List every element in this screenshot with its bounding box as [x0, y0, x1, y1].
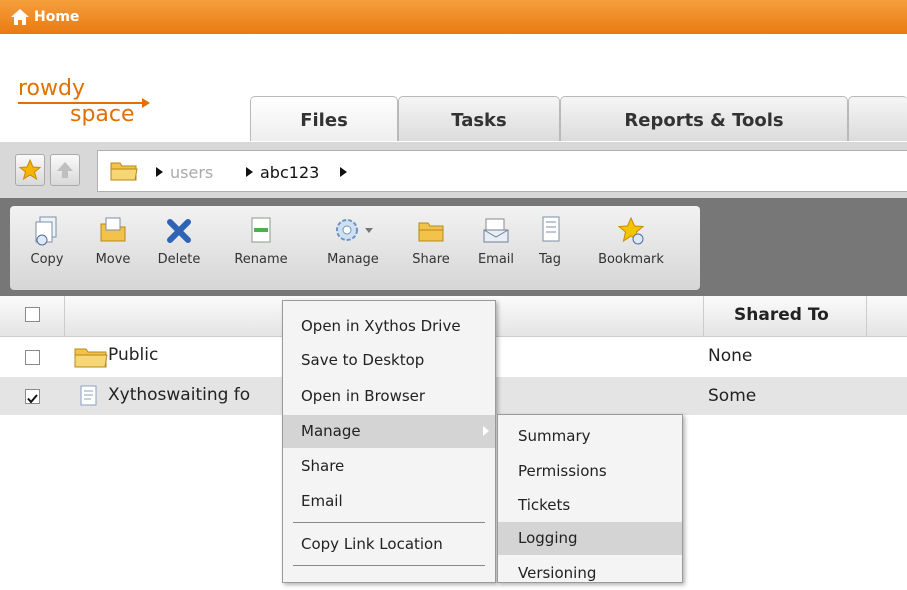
breadcrumb-separator: [156, 167, 163, 177]
manage-gear-icon: [336, 219, 373, 241]
bookmark-label: Bookmark: [598, 252, 664, 267]
select-all-checkbox[interactable]: [25, 307, 40, 322]
breadcrumb: users abc123: [97, 150, 907, 192]
submenu-item-summary[interactable]: Summary: [498, 420, 682, 453]
column-header-shared-to[interactable]: Shared To: [734, 305, 829, 325]
row-checkbox[interactable]: [25, 389, 40, 404]
menu-separator: [293, 565, 485, 566]
submenu-item-logging[interactable]: Logging: [498, 522, 682, 555]
tag-label: Tag: [538, 252, 561, 267]
logo-text-space: space: [70, 102, 135, 127]
menu-item-label: Share: [301, 457, 345, 475]
email-icon: [483, 218, 509, 243]
home-title[interactable]: Home: [34, 9, 79, 25]
rename-button[interactable]: Rename: [232, 214, 290, 267]
menu-separator: [293, 522, 485, 523]
tag-button[interactable]: Tag: [536, 214, 564, 267]
home-icon[interactable]: [10, 8, 30, 26]
delete-icon: [167, 219, 191, 243]
shared-to-value: Some: [708, 386, 757, 406]
move-icon: [100, 217, 126, 242]
copy-label: Copy: [30, 252, 64, 267]
submenu-item-label: Summary: [518, 427, 591, 445]
breadcrumb-separator: [340, 167, 347, 177]
menu-item-email[interactable]: Email: [283, 485, 495, 518]
delete-label: Delete: [157, 252, 201, 267]
submenu-item-tickets[interactable]: Tickets: [498, 489, 682, 522]
move-label: Move: [95, 252, 131, 267]
menu-item-label: Manage: [301, 422, 361, 440]
folder-icon[interactable]: [110, 159, 138, 181]
breadcrumb-separator: [246, 167, 253, 177]
shared-to-value: None: [708, 346, 753, 366]
menu-item-label: Save to Desktop: [301, 351, 425, 369]
share-icon: [418, 222, 444, 242]
tab-tasks[interactable]: Tasks: [398, 96, 560, 141]
email-button[interactable]: Email: [476, 214, 516, 267]
submenu-item-label: Tickets: [518, 496, 571, 514]
file-name[interactable]: Xythoswaiting fo: [108, 385, 250, 405]
move-button[interactable]: Move: [94, 214, 132, 267]
tab-more[interactable]: [848, 96, 907, 141]
context-menu: Open in Xythos Drive Save to Desktop Ope…: [282, 300, 496, 583]
menu-item-open-in-xythos-drive[interactable]: Open in Xythos Drive: [283, 310, 495, 343]
submenu-item-label: Versioning: [518, 564, 597, 582]
column-divider: [64, 296, 65, 336]
menu-item-label: Open in Xythos Drive: [301, 317, 461, 335]
top-bar: Home: [0, 0, 907, 34]
menu-item-save-to-desktop[interactable]: Save to Desktop: [283, 344, 495, 377]
manage-button[interactable]: Manage: [320, 214, 386, 267]
delete-button[interactable]: Delete: [156, 214, 202, 267]
submenu-item-label: Logging: [518, 529, 578, 547]
bookmark-button[interactable]: Bookmark: [588, 214, 674, 267]
manage-submenu: Summary Permissions Tickets Logging Vers…: [497, 414, 683, 583]
copy-button[interactable]: Copy: [30, 214, 64, 267]
menu-item-label: Open in Browser: [301, 387, 426, 405]
submenu-item-permissions[interactable]: Permissions: [498, 455, 682, 488]
document-icon: [80, 385, 97, 406]
menu-item-copy-link-location[interactable]: Copy Link Location: [283, 528, 495, 561]
up-folder-button[interactable]: [50, 154, 80, 186]
breadcrumb-users[interactable]: users: [170, 163, 213, 182]
tab-files[interactable]: Files: [250, 96, 398, 141]
action-toolbar: Copy Move Delete Rename Manage Share Ema…: [10, 206, 700, 290]
menu-item-manage[interactable]: Manage: [283, 415, 495, 448]
favorites-button[interactable]: [15, 154, 45, 186]
row-checkbox[interactable]: [25, 350, 40, 365]
folder-icon: [74, 348, 108, 368]
rename-label: Rename: [234, 252, 288, 267]
tag-icon: [542, 216, 560, 242]
rowdyspace-logo: rowdy space: [18, 76, 150, 132]
menu-item-label: Copy Link Location: [301, 535, 443, 553]
menu-item-open-in-browser[interactable]: Open in Browser: [283, 380, 495, 413]
share-label: Share: [412, 252, 450, 267]
menu-item-share[interactable]: Share: [283, 450, 495, 483]
manage-label: Manage: [327, 252, 379, 267]
email-label: Email: [477, 252, 515, 267]
column-divider: [866, 296, 867, 336]
rename-icon: [251, 217, 271, 243]
submenu-item-versioning[interactable]: Versioning: [498, 557, 682, 590]
menu-item-label: Email: [301, 492, 343, 510]
breadcrumb-abc123[interactable]: abc123: [260, 163, 319, 182]
tab-reports-tools[interactable]: Reports & Tools: [560, 96, 848, 141]
column-divider: [703, 296, 704, 336]
logo-arrowhead: [142, 98, 150, 108]
up-arrow-icon: [57, 162, 73, 178]
share-button[interactable]: Share: [410, 214, 452, 267]
submenu-arrow-icon: [483, 426, 489, 436]
submenu-item-label: Permissions: [518, 462, 607, 480]
copy-icon: [35, 216, 57, 246]
star-icon: [18, 158, 42, 181]
logo-text-rowdy: rowdy: [18, 76, 85, 101]
file-name[interactable]: Public: [108, 345, 158, 365]
checkmark-icon: [27, 394, 38, 404]
bookmark-star-icon: [617, 216, 645, 245]
